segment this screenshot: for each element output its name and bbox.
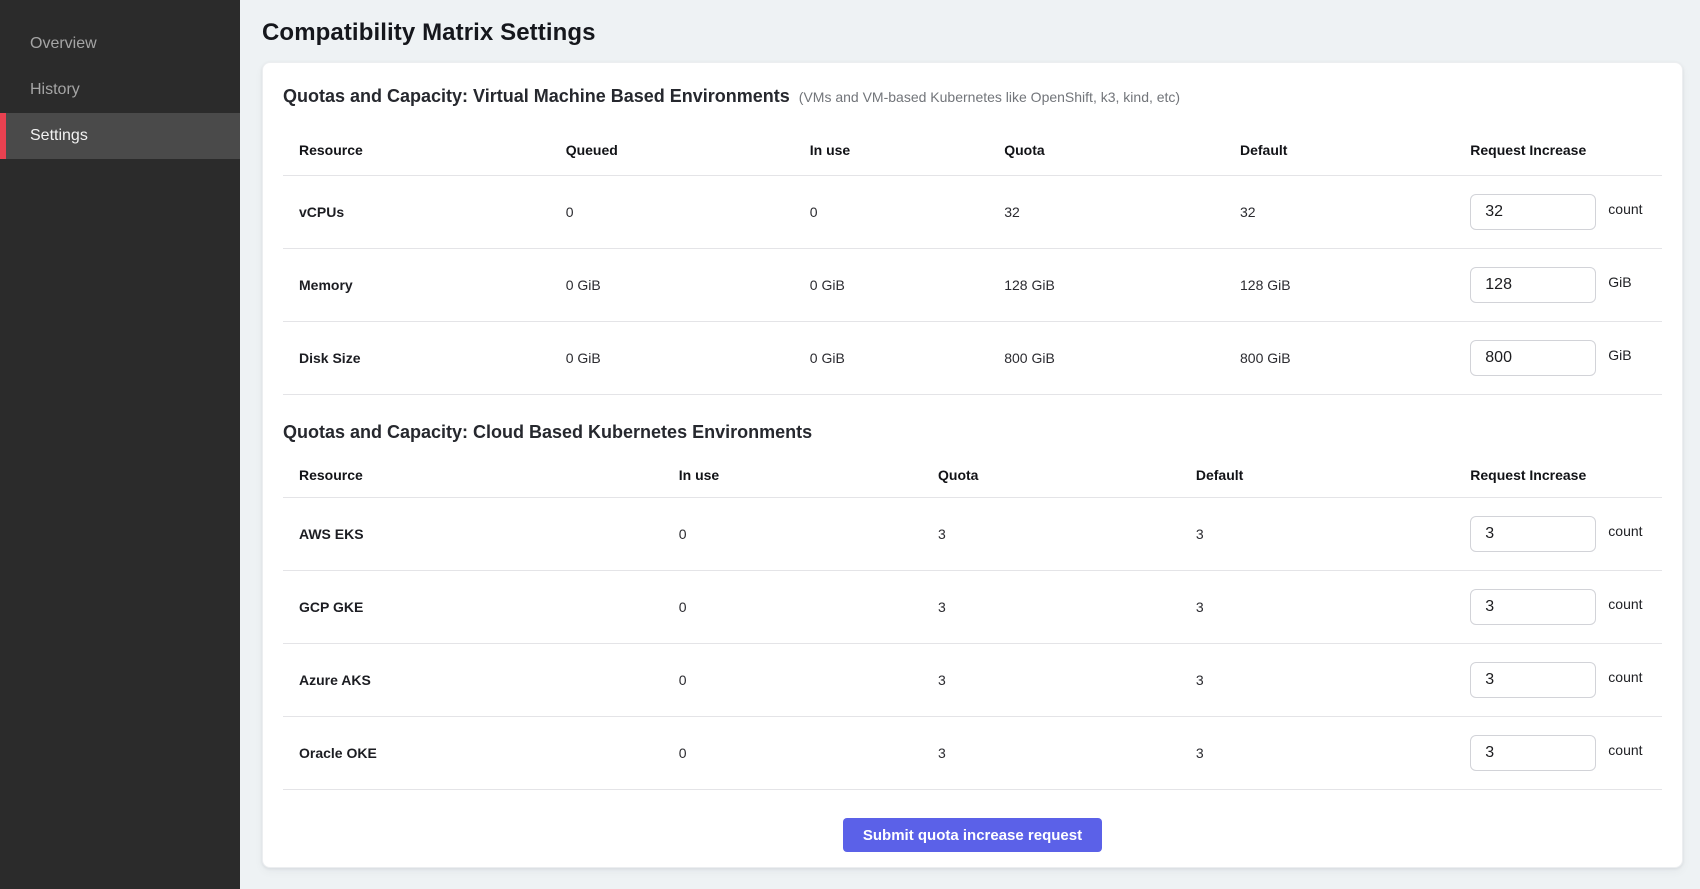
quota-value: 800 GiB xyxy=(1004,350,1240,366)
resource-label: Azure AKS xyxy=(283,672,679,688)
submit-quota-button[interactable]: Submit quota increase request xyxy=(843,818,1102,852)
request-increase-cell: count xyxy=(1470,516,1662,552)
unit-label: GiB xyxy=(1608,274,1631,290)
table-row-oracle-oke: Oracle OKE 0 3 3 count xyxy=(283,717,1662,790)
request-increase-cell: GiB xyxy=(1470,340,1662,376)
resource-label: AWS EKS xyxy=(283,526,679,542)
request-increase-cell: GiB xyxy=(1470,267,1662,303)
request-increase-cell: count xyxy=(1470,194,1662,230)
default-value: 128 GiB xyxy=(1240,277,1470,293)
resource-label: Memory xyxy=(283,277,566,293)
sidebar-item-settings[interactable]: Settings xyxy=(0,113,240,159)
column-header-in-use: In use xyxy=(810,142,1004,158)
queued-value: 0 GiB xyxy=(566,277,810,293)
default-value: 3 xyxy=(1196,599,1470,615)
resource-label: Oracle OKE xyxy=(283,745,679,761)
in-use-value: 0 xyxy=(679,745,938,761)
vm-quota-table: Resource Queued In use Quota Default Req… xyxy=(283,124,1662,395)
sidebar-item-overview[interactable]: Overview xyxy=(0,21,240,67)
column-header-default: Default xyxy=(1240,142,1470,158)
request-increase-cell: count xyxy=(1470,662,1662,698)
active-indicator xyxy=(0,113,6,159)
k8s-quota-table: Resource In use Quota Default Request In… xyxy=(283,452,1662,790)
quota-value: 32 xyxy=(1004,204,1240,220)
table-row-azure-aks: Azure AKS 0 3 3 count xyxy=(283,644,1662,717)
table-row-disk-size: Disk Size 0 GiB 0 GiB 800 GiB 800 GiB Gi… xyxy=(283,322,1662,395)
resource-label: Disk Size xyxy=(283,350,566,366)
request-increase-cell: count xyxy=(1470,589,1662,625)
default-value: 800 GiB xyxy=(1240,350,1470,366)
quota-value: 3 xyxy=(938,745,1196,761)
request-increase-input[interactable] xyxy=(1470,662,1596,698)
queued-value: 0 xyxy=(566,204,810,220)
resource-label: vCPUs xyxy=(283,204,566,220)
unit-label: count xyxy=(1608,596,1642,612)
request-increase-input[interactable] xyxy=(1470,267,1596,303)
default-value: 3 xyxy=(1196,672,1470,688)
submit-area: Submit quota increase request xyxy=(283,790,1662,852)
sidebar-item-label: History xyxy=(30,81,80,99)
vm-table-header: Resource Queued In use Quota Default Req… xyxy=(283,124,1662,176)
request-increase-input[interactable] xyxy=(1470,589,1596,625)
table-row-memory: Memory 0 GiB 0 GiB 128 GiB 128 GiB GiB xyxy=(283,249,1662,322)
in-use-value: 0 xyxy=(810,204,1004,220)
column-header-quota: Quota xyxy=(1004,142,1240,158)
k8s-section-heading: Quotas and Capacity: Cloud Based Kuberne… xyxy=(283,421,1662,444)
request-increase-input[interactable] xyxy=(1470,735,1596,771)
sidebar-item-label: Overview xyxy=(30,35,97,53)
column-header-request-increase: Request Increase xyxy=(1470,142,1662,158)
table-row-vcpus: vCPUs 0 0 32 32 count xyxy=(283,176,1662,249)
request-increase-input[interactable] xyxy=(1470,516,1596,552)
app-window: Overview History Settings Compatibility … xyxy=(0,0,1700,889)
sidebar-item-label: Settings xyxy=(30,127,88,145)
quota-value: 3 xyxy=(938,672,1196,688)
quota-value: 3 xyxy=(938,526,1196,542)
unit-label: GiB xyxy=(1608,347,1631,363)
page-title: Compatibility Matrix Settings xyxy=(262,18,1683,48)
k8s-section-title: Quotas and Capacity: Cloud Based Kuberne… xyxy=(283,421,812,444)
sidebar-item-history[interactable]: History xyxy=(0,67,240,113)
vm-section-subtitle: (VMs and VM-based Kubernetes like OpenSh… xyxy=(799,86,1180,109)
queued-value: 0 GiB xyxy=(566,350,810,366)
default-value: 32 xyxy=(1240,204,1470,220)
column-header-request-increase: Request Increase xyxy=(1470,467,1662,483)
request-increase-input[interactable] xyxy=(1470,194,1596,230)
in-use-value: 0 xyxy=(679,599,938,615)
quota-value: 3 xyxy=(938,599,1196,615)
column-header-in-use: In use xyxy=(679,467,938,483)
column-header-resource: Resource xyxy=(283,467,679,483)
default-value: 3 xyxy=(1196,745,1470,761)
table-row-gcp-gke: GCP GKE 0 3 3 count xyxy=(283,571,1662,644)
column-header-queued: Queued xyxy=(566,142,810,158)
quota-value: 128 GiB xyxy=(1004,277,1240,293)
unit-label: count xyxy=(1608,523,1642,539)
in-use-value: 0 GiB xyxy=(810,277,1004,293)
vm-section-title: Quotas and Capacity: Virtual Machine Bas… xyxy=(283,85,790,108)
sidebar: Overview History Settings xyxy=(0,0,240,889)
unit-label: count xyxy=(1608,669,1642,685)
column-header-default: Default xyxy=(1196,467,1470,483)
column-header-quota: Quota xyxy=(938,467,1196,483)
vm-section-heading: Quotas and Capacity: Virtual Machine Bas… xyxy=(283,85,1662,109)
in-use-value: 0 GiB xyxy=(810,350,1004,366)
column-header-resource: Resource xyxy=(283,142,566,158)
k8s-table-header: Resource In use Quota Default Request In… xyxy=(283,452,1662,498)
request-increase-input[interactable] xyxy=(1470,340,1596,376)
unit-label: count xyxy=(1608,201,1642,217)
main-content: Compatibility Matrix Settings Quotas and… xyxy=(240,0,1700,889)
in-use-value: 0 xyxy=(679,672,938,688)
resource-label: GCP GKE xyxy=(283,599,679,615)
request-increase-cell: count xyxy=(1470,735,1662,771)
unit-label: count xyxy=(1608,742,1642,758)
table-row-aws-eks: AWS EKS 0 3 3 count xyxy=(283,498,1662,571)
settings-card: Quotas and Capacity: Virtual Machine Bas… xyxy=(262,62,1683,868)
in-use-value: 0 xyxy=(679,526,938,542)
default-value: 3 xyxy=(1196,526,1470,542)
